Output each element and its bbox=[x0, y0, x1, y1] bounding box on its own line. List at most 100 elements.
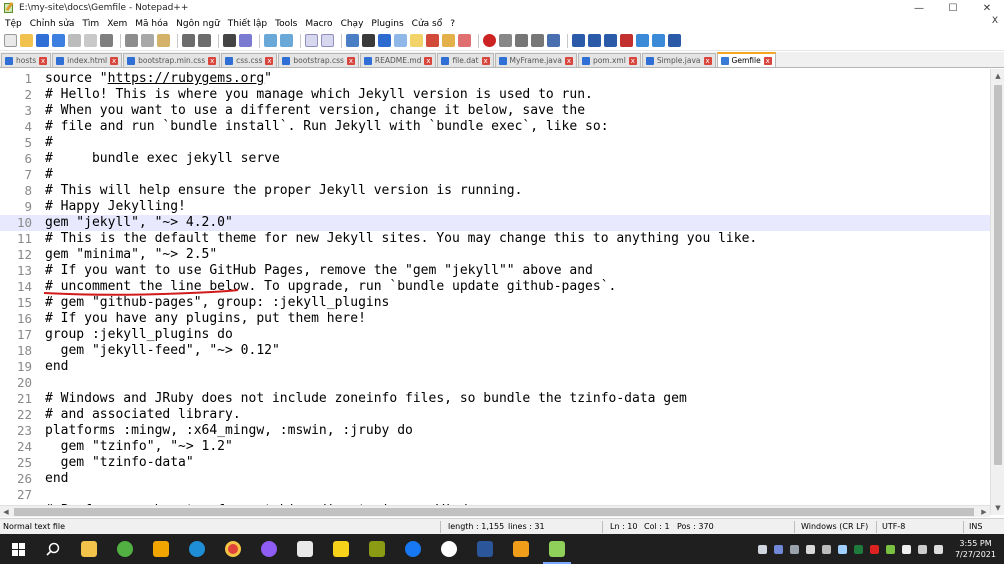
notepadpp-taskbar-icon[interactable] bbox=[549, 541, 565, 557]
messenger-icon[interactable] bbox=[261, 541, 277, 557]
undo-icon[interactable] bbox=[182, 34, 195, 47]
menu-view[interactable]: Xem bbox=[107, 19, 127, 29]
chrome-icon[interactable] bbox=[225, 541, 241, 557]
app-design-icon[interactable] bbox=[153, 541, 169, 557]
code-line[interactable]: 15 # gem "github-pages", group: :jekyll_p… bbox=[0, 295, 990, 311]
code-line[interactable]: 12 gem "minima", "~> 2.5" bbox=[0, 247, 990, 263]
code-line[interactable]: 5 # bbox=[0, 135, 990, 151]
tab-close-icon[interactable]: x bbox=[424, 56, 433, 65]
scroll-up-icon[interactable]: ▲ bbox=[991, 69, 1004, 83]
menu-run[interactable]: Chạy bbox=[341, 19, 364, 29]
sync-vertical-icon[interactable] bbox=[305, 34, 318, 47]
code-line[interactable]: 8 # This will help ensure the proper Jeky… bbox=[0, 183, 990, 199]
git-icon[interactable] bbox=[513, 541, 529, 557]
code-line[interactable]: 17 group :jekyll_plugins do bbox=[0, 327, 990, 343]
tab-simple-java[interactable]: Simple.java x bbox=[641, 53, 716, 67]
code-line[interactable]: 7 # bbox=[0, 167, 990, 183]
menu-edit[interactable]: Chỉnh sửa bbox=[30, 19, 75, 29]
tray-wifi-icon[interactable] bbox=[902, 545, 911, 554]
close-file-icon[interactable] bbox=[68, 34, 81, 47]
find-icon[interactable] bbox=[223, 34, 236, 47]
code-line[interactable]: 23 platforms :mingw, :x64_mingw, :mswin, … bbox=[0, 423, 990, 439]
tab-bootstrap-min-css[interactable]: bootstrap.min.css x bbox=[123, 53, 221, 67]
zalo-icon[interactable] bbox=[441, 541, 457, 557]
horizontal-scrollbar[interactable]: ◀ ▶ bbox=[0, 505, 990, 517]
tab-myframe-java[interactable]: MyFrame.java x bbox=[494, 53, 577, 67]
tray-discord-icon[interactable] bbox=[774, 545, 783, 554]
tab-css-css[interactable]: css.css x bbox=[221, 53, 278, 67]
tray-speaker-icon[interactable] bbox=[918, 545, 927, 554]
tray-cloud-icon[interactable] bbox=[838, 545, 847, 554]
tab-close-icon[interactable]: x bbox=[346, 56, 355, 65]
plugin-icon-2[interactable] bbox=[588, 34, 601, 47]
doc-map-icon[interactable] bbox=[410, 34, 423, 47]
tab-pom-xml[interactable]: pom.xml x bbox=[577, 53, 641, 67]
app-green-icon[interactable] bbox=[117, 541, 133, 557]
code-line[interactable]: 4 # file and run `bundle install`. Run Je… bbox=[0, 119, 990, 135]
menu-file[interactable]: Tệp bbox=[5, 19, 22, 29]
code-line[interactable]: 24 gem "tzinfo", "~> 1.2" bbox=[0, 439, 990, 455]
status-eol[interactable]: Windows (CR LF) bbox=[801, 522, 868, 531]
plugin-icon-3[interactable] bbox=[604, 34, 617, 47]
menu-language[interactable]: Ngôn ngữ bbox=[176, 19, 220, 29]
plugin-icon-4[interactable] bbox=[620, 34, 633, 47]
code-line[interactable]: 6 # bundle exec jekyll serve bbox=[0, 151, 990, 167]
tab-gemfile[interactable]: Gemfile x bbox=[716, 52, 776, 67]
tray-network-icon[interactable] bbox=[822, 545, 831, 554]
replace-icon[interactable] bbox=[239, 34, 252, 47]
status-encoding[interactable]: UTF-8 bbox=[882, 522, 905, 531]
zoom-out-icon[interactable] bbox=[280, 34, 293, 47]
save-icon[interactable] bbox=[36, 34, 49, 47]
show-all-chars-icon[interactable] bbox=[362, 34, 375, 47]
tab-close-icon[interactable]: x bbox=[703, 56, 712, 65]
copy-icon[interactable] bbox=[141, 34, 154, 47]
tab-close-icon[interactable]: x bbox=[564, 56, 573, 65]
menu-tools[interactable]: Tools bbox=[275, 19, 297, 29]
menu-window[interactable]: Cửa sổ bbox=[412, 19, 443, 29]
tab-readme-md[interactable]: README.md x bbox=[359, 53, 437, 67]
tray-pen-icon[interactable] bbox=[934, 545, 943, 554]
minimize-button[interactable]: — bbox=[902, 0, 936, 16]
plugin-icon-5[interactable] bbox=[668, 34, 681, 47]
open-file-icon[interactable] bbox=[20, 34, 33, 47]
menu-macro[interactable]: Macro bbox=[305, 19, 332, 29]
menu-plugins[interactable]: Plugins bbox=[371, 19, 403, 29]
file-explorer-icon[interactable] bbox=[81, 541, 97, 557]
horizontal-scroll-thumb[interactable] bbox=[14, 508, 974, 516]
code-line[interactable]: 13 # If you want to use GitHub Pages, rem… bbox=[0, 263, 990, 279]
scroll-left-icon[interactable]: ◀ bbox=[0, 506, 12, 518]
tab-index-html[interactable]: index.html x bbox=[52, 53, 123, 67]
tab-close-icon[interactable]: x bbox=[481, 56, 490, 65]
tab-hosts[interactable]: hosts x bbox=[1, 53, 52, 67]
tab-bootstrap-css[interactable]: bootstrap.css x bbox=[278, 53, 359, 67]
tab-close-icon[interactable]: x bbox=[208, 56, 217, 65]
vertical-scroll-thumb[interactable] bbox=[994, 85, 1002, 465]
stop-macro-icon[interactable] bbox=[499, 34, 512, 47]
plugin-icon-1[interactable] bbox=[572, 34, 585, 47]
close-button[interactable]: ✕ bbox=[970, 0, 1004, 16]
new-file-icon[interactable] bbox=[4, 34, 17, 47]
code-line[interactable]: 19 end bbox=[0, 359, 990, 375]
play-macro-icon[interactable] bbox=[515, 34, 528, 47]
code-line[interactable]: 27 bbox=[0, 487, 990, 503]
facebook-icon[interactable] bbox=[405, 541, 421, 557]
store-icon[interactable] bbox=[297, 541, 313, 557]
tab-close-icon[interactable]: x bbox=[265, 56, 274, 65]
menu-settings[interactable]: Thiết lập bbox=[228, 19, 267, 29]
save-macro-icon[interactable] bbox=[547, 34, 560, 47]
sticky-notes-icon[interactable] bbox=[333, 541, 349, 557]
code-line[interactable]: 26 end bbox=[0, 471, 990, 487]
code-line[interactable]: 22 # and associated library. bbox=[0, 407, 990, 423]
code-line[interactable]: 20 bbox=[0, 375, 990, 391]
save-all-icon[interactable] bbox=[52, 34, 65, 47]
tab-close-icon[interactable]: x bbox=[39, 56, 48, 65]
play-multiple-icon[interactable] bbox=[531, 34, 544, 47]
tray-volume-icon[interactable] bbox=[806, 545, 815, 554]
tray-red-icon[interactable] bbox=[870, 545, 879, 554]
tray-green-icon[interactable] bbox=[886, 545, 895, 554]
monitoring-icon[interactable] bbox=[458, 34, 471, 47]
folder-workspace-icon[interactable] bbox=[442, 34, 455, 47]
tab-close-icon[interactable]: x bbox=[763, 56, 772, 65]
word-wrap-icon[interactable] bbox=[346, 34, 359, 47]
tray-chat-icon[interactable] bbox=[758, 545, 767, 554]
